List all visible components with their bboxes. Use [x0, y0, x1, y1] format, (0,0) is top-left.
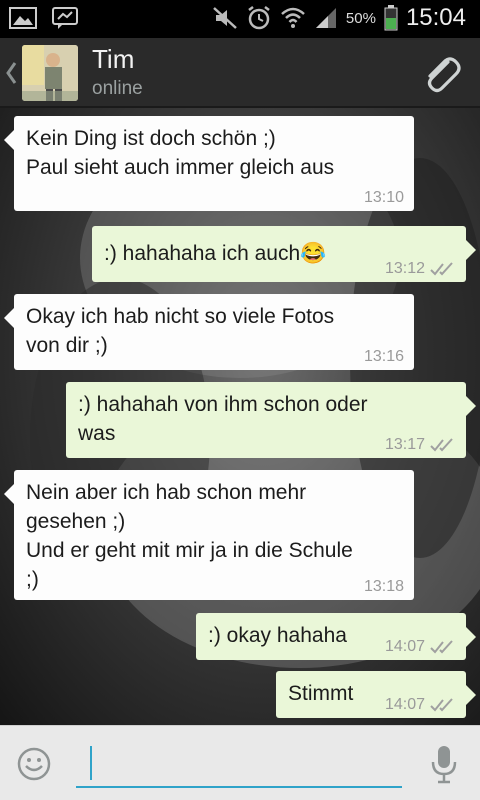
message-time: 13:17: [384, 436, 425, 453]
mic-icon[interactable]: [430, 744, 458, 784]
alarm-icon: [248, 6, 270, 30]
message-outgoing[interactable]: :) hahahaha ich auch😂 13:12: [92, 226, 476, 282]
battery-icon: [384, 5, 398, 31]
message-time: 13:18: [363, 578, 404, 595]
image-icon: [9, 7, 37, 29]
double-check-icon: [430, 698, 453, 712]
chat-header: Tim online: [0, 38, 480, 108]
message-incoming[interactable]: Okay ich hab nicht so viele Fotos von di…: [4, 294, 414, 370]
message-text: Okay ich hab nicht so viele Fotos von di…: [26, 305, 335, 357]
status-bar: 50% 15:04: [0, 0, 480, 38]
message-time: 14:07: [384, 696, 425, 713]
contact-name[interactable]: Tim: [92, 44, 134, 75]
message-outgoing[interactable]: Stimmt 14:07: [276, 671, 476, 718]
contact-status: online: [92, 78, 143, 99]
double-check-icon: [430, 438, 453, 452]
message-outgoing[interactable]: :) okay hahaha 14:07: [196, 613, 476, 660]
message-incoming[interactable]: Nein aber ich hab schon mehr gesehen ;) …: [4, 470, 414, 600]
message-time: 13:12: [384, 260, 425, 277]
back-chevron-icon[interactable]: [4, 58, 18, 88]
message-time: 13:16: [363, 348, 404, 365]
emoji-icon[interactable]: [16, 746, 52, 782]
message-time: 14:07: [384, 638, 425, 655]
wifi-icon: [281, 7, 305, 28]
battery-percent: 50%: [345, 9, 376, 27]
message-input[interactable]: [76, 740, 402, 788]
message-text: Nein aber ich hab schon mehr gesehen ;) …: [26, 481, 353, 591]
chat-notification-icon: [52, 7, 78, 29]
signal-icon: [315, 8, 336, 28]
message-text: Kein Ding ist doch schön ;) Paul sieht a…: [26, 127, 335, 179]
double-check-icon: [430, 262, 453, 276]
message-outgoing[interactable]: :) hahahah von ihm schon oder was 13:17: [66, 382, 476, 458]
double-check-icon: [430, 640, 453, 654]
message-incoming[interactable]: Kein Ding ist doch schön ;) Paul sieht a…: [4, 116, 414, 211]
contact-avatar[interactable]: [22, 45, 78, 101]
attach-paperclip-icon[interactable]: [418, 52, 464, 98]
message-time: 13:10: [363, 189, 404, 206]
text-caret: [90, 746, 92, 780]
compose-bar: [0, 725, 480, 800]
status-clock: 15:04: [405, 4, 466, 31]
chat-area[interactable]: Kein Ding ist doch schön ;) Paul sieht a…: [0, 108, 480, 725]
mute-icon: [213, 7, 237, 29]
